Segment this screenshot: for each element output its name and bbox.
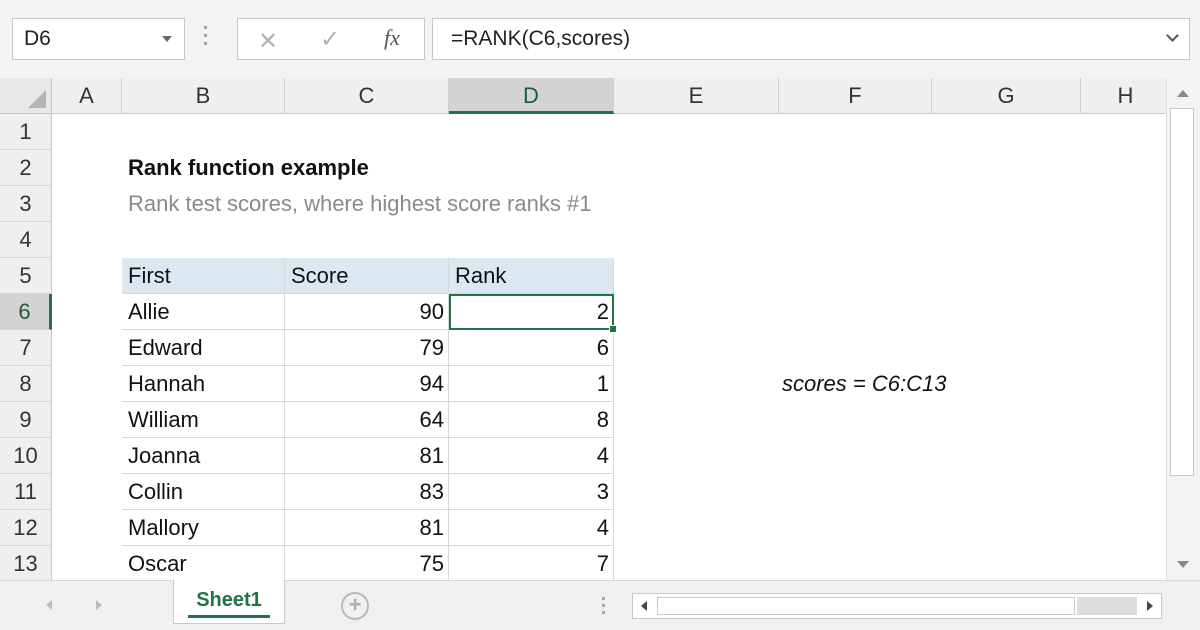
sheet-title: Rank function example bbox=[128, 155, 369, 180]
table-cell-first[interactable]: Mallory bbox=[122, 510, 285, 546]
name-box[interactable]: D6 bbox=[12, 18, 185, 60]
row-header-5[interactable]: 5 bbox=[0, 258, 52, 294]
formula-input[interactable]: =RANK(C6,scores) bbox=[432, 18, 1190, 60]
next-sheet-icon[interactable] bbox=[96, 600, 102, 610]
table-cell-first[interactable]: Joanna bbox=[122, 438, 285, 474]
vertical-scrollbar[interactable] bbox=[1166, 78, 1200, 580]
row-header-12[interactable]: 12 bbox=[0, 510, 52, 546]
name-box-dropdown-icon[interactable] bbox=[162, 36, 172, 42]
select-all-corner[interactable] bbox=[0, 78, 52, 114]
column-header-d[interactable]: D bbox=[449, 78, 614, 114]
table-cell-first[interactable]: Collin bbox=[122, 474, 285, 510]
row-header-7[interactable]: 7 bbox=[0, 330, 52, 366]
table-cell-rank[interactable]: 6 bbox=[449, 330, 614, 366]
table-cell-rank[interactable]: 8 bbox=[449, 402, 614, 438]
horizontal-scroll-track[interactable] bbox=[1077, 597, 1137, 615]
column-header-f[interactable]: F bbox=[779, 78, 932, 114]
row-header-10[interactable]: 10 bbox=[0, 438, 52, 474]
table-cell-score[interactable]: 75 bbox=[285, 546, 449, 580]
table-cell-score[interactable]: 90 bbox=[285, 294, 449, 330]
named-range-note: scores = C6:C13 bbox=[782, 371, 947, 396]
table-cell-first[interactable]: Allie bbox=[122, 294, 285, 330]
horizontal-scrollbar[interactable] bbox=[632, 593, 1162, 619]
horizontal-scroll-thumb[interactable] bbox=[657, 597, 1075, 615]
enter-check-icon[interactable]: ✓ bbox=[320, 25, 340, 54]
scroll-down-icon[interactable] bbox=[1177, 561, 1189, 568]
table-cell-rank[interactable]: 1 bbox=[449, 366, 614, 402]
row-header-11[interactable]: 11 bbox=[0, 474, 52, 510]
cancel-icon[interactable]: ✕ bbox=[258, 27, 278, 56]
table-cell-score[interactable]: 79 bbox=[285, 330, 449, 366]
formula-buttons: ✕ ✓ fx bbox=[237, 18, 425, 60]
active-cell-d6[interactable]: 2 bbox=[449, 294, 614, 330]
table-cell-first[interactable]: Hannah bbox=[122, 366, 285, 402]
table-header-score[interactable]: Score bbox=[285, 258, 449, 294]
previous-sheet-icon[interactable] bbox=[46, 600, 52, 610]
worksheet-grid[interactable]: A B C D E F G H 1 2 3 4 5 6 7 8 9 10 11 12 13 Rank function e… bbox=[0, 78, 1166, 580]
sheet-tab-bar: Sheet1 + bbox=[0, 580, 1200, 630]
expand-formula-bar-icon[interactable] bbox=[1166, 29, 1179, 42]
sheet-subtitle: Rank test scores, where highest score ra… bbox=[128, 191, 592, 216]
row-header-6[interactable]: 6 bbox=[0, 294, 52, 330]
insert-function-icon[interactable]: fx bbox=[384, 25, 400, 51]
table-cell-first[interactable]: William bbox=[122, 402, 285, 438]
table-cell-score[interactable]: 83 bbox=[285, 474, 449, 510]
table-cell-score[interactable]: 81 bbox=[285, 510, 449, 546]
formula-text: =RANK(C6,scores) bbox=[451, 27, 631, 50]
row-header-8[interactable]: 8 bbox=[0, 366, 52, 402]
table-cell-first[interactable]: Edward bbox=[122, 330, 285, 366]
table-cell-rank[interactable]: 4 bbox=[449, 438, 614, 474]
row-header-1[interactable]: 1 bbox=[0, 114, 52, 150]
column-header-b[interactable]: B bbox=[122, 78, 285, 114]
scroll-right-icon[interactable] bbox=[1147, 601, 1153, 611]
formula-bar: D6 ✕ ✓ fx =RANK(C6,scores) bbox=[0, 0, 1200, 78]
scroll-up-icon[interactable] bbox=[1177, 90, 1189, 97]
name-box-value: D6 bbox=[24, 27, 51, 50]
row-header-3[interactable]: 3 bbox=[0, 186, 52, 222]
vertical-scroll-thumb[interactable] bbox=[1170, 108, 1194, 476]
scroll-left-icon[interactable] bbox=[641, 601, 647, 611]
column-header-e[interactable]: E bbox=[614, 78, 779, 114]
table-header-first[interactable]: First bbox=[122, 258, 285, 294]
column-header-a[interactable]: A bbox=[52, 78, 122, 114]
table-header-rank[interactable]: Rank bbox=[449, 258, 614, 294]
row-header-13[interactable]: 13 bbox=[0, 546, 52, 580]
table-cell-first[interactable]: Oscar bbox=[122, 546, 285, 580]
table-cell-rank[interactable]: 4 bbox=[449, 510, 614, 546]
table-cell-score[interactable]: 94 bbox=[285, 366, 449, 402]
table-cell-rank[interactable]: 3 bbox=[449, 474, 614, 510]
row-header-4[interactable]: 4 bbox=[0, 222, 52, 258]
table-cell-score[interactable]: 64 bbox=[285, 402, 449, 438]
table-cell-score[interactable]: 81 bbox=[285, 438, 449, 474]
fill-handle[interactable] bbox=[609, 325, 617, 333]
column-header-g[interactable]: G bbox=[932, 78, 1081, 114]
formula-bar-resize-handle[interactable] bbox=[204, 26, 208, 52]
sheet-tab-sheet1[interactable]: Sheet1 bbox=[173, 580, 285, 624]
column-header-h[interactable]: H bbox=[1081, 78, 1166, 114]
row-header-2[interactable]: 2 bbox=[0, 150, 52, 186]
column-header-c[interactable]: C bbox=[285, 78, 449, 114]
tab-split-handle[interactable] bbox=[602, 597, 605, 618]
add-sheet-icon[interactable]: + bbox=[341, 592, 369, 620]
row-header-9[interactable]: 9 bbox=[0, 402, 52, 438]
table-cell-rank[interactable]: 7 bbox=[449, 546, 614, 580]
